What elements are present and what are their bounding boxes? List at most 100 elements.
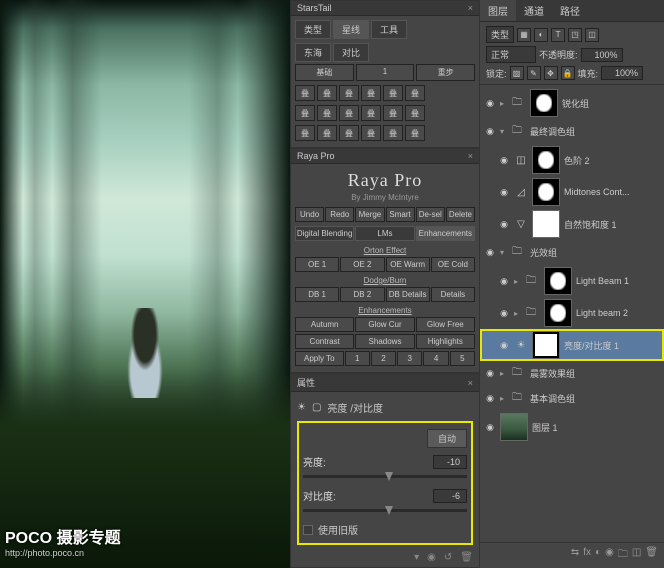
fill-input[interactable]: 100%: [601, 66, 643, 80]
tab-paths[interactable]: 路径: [552, 0, 588, 21]
st-tab-0[interactable]: 类型: [295, 20, 331, 39]
st-g2[interactable]: 叠: [339, 85, 359, 101]
st-g16[interactable]: 叠: [383, 125, 403, 141]
st-1[interactable]: 1: [356, 64, 415, 81]
filter-kind[interactable]: 类型: [486, 26, 514, 43]
collapse-icon[interactable]: ▾: [500, 127, 508, 136]
layer-new-icon[interactable]: ◫: [632, 547, 641, 564]
rp-desel[interactable]: De-sel: [416, 207, 445, 222]
eye-icon[interactable]: ◉: [498, 339, 510, 351]
st-g10[interactable]: 叠: [383, 105, 403, 121]
st-g15[interactable]: 叠: [361, 125, 381, 141]
glowfree[interactable]: Glow Free: [416, 317, 475, 332]
trash-icon[interactable]: 🗑: [460, 552, 473, 563]
st-g11[interactable]: 叠: [405, 105, 425, 121]
adj-new-icon[interactable]: ◉: [605, 547, 614, 564]
collapse-icon[interactable]: ▸: [500, 99, 508, 108]
st-step[interactable]: 重步: [416, 64, 475, 81]
lock-pixel-icon[interactable]: ✎: [527, 66, 541, 80]
eye-icon[interactable]: ◉: [498, 154, 510, 166]
a3[interactable]: 3: [397, 351, 422, 366]
layer-mask-thumb[interactable]: [532, 178, 560, 206]
fx-icon[interactable]: fx: [583, 547, 591, 564]
group-basecolor[interactable]: ◉▸🗀 基本调色组: [480, 386, 664, 411]
eye-icon[interactable]: ◉: [498, 275, 510, 287]
oecold[interactable]: OE Cold: [431, 257, 475, 272]
layer-thumb[interactable]: [500, 413, 528, 441]
st-tab2-0[interactable]: 东海: [295, 43, 331, 62]
layer-name[interactable]: 自然饱和度 1: [564, 218, 660, 231]
layer-mask-thumb[interactable]: [532, 331, 560, 359]
group-light[interactable]: ◉▾🗀 光效组: [480, 240, 664, 265]
st-g7[interactable]: 叠: [317, 105, 337, 121]
collapse-icon[interactable]: ▸: [500, 369, 508, 378]
eye-icon[interactable]: ◉: [498, 186, 510, 198]
group-new-icon[interactable]: 🗀: [618, 547, 628, 564]
eye-icon[interactable]: ◉: [484, 126, 496, 138]
contrast-value[interactable]: -6: [433, 489, 467, 503]
oe1[interactable]: OE 1: [295, 257, 339, 272]
group-name[interactable]: 最终调色组: [530, 125, 660, 138]
applyto[interactable]: Apply To: [295, 351, 344, 366]
group-name[interactable]: 光效组: [530, 246, 660, 259]
st-g8[interactable]: 叠: [339, 105, 359, 121]
rp-smart[interactable]: Smart: [386, 207, 415, 222]
eye-icon[interactable]: ◉: [484, 247, 496, 259]
highlights[interactable]: Highlights: [416, 334, 475, 349]
layer-name[interactable]: 锐化组: [562, 97, 660, 110]
st-g4[interactable]: 叠: [383, 85, 403, 101]
st-g0[interactable]: 叠: [295, 85, 315, 101]
shadows[interactable]: Shadows: [355, 334, 414, 349]
layer-mask-thumb[interactable]: [530, 89, 558, 117]
a5[interactable]: 5: [450, 351, 475, 366]
layer-levels2[interactable]: ◉◫ 色阶 2: [480, 144, 664, 176]
brightness-value[interactable]: -10: [433, 455, 467, 469]
opacity-input[interactable]: 100%: [581, 48, 623, 62]
layer-sharpen-group[interactable]: ◉▸🗀 锐化组: [480, 87, 664, 119]
a2[interactable]: 2: [371, 351, 396, 366]
auto-button[interactable]: 自动: [427, 429, 467, 448]
rp-tab-db[interactable]: Digital Blending: [295, 226, 354, 241]
collapse-icon[interactable]: ▸: [514, 277, 522, 286]
rp-tab-lm[interactable]: LMs: [355, 226, 414, 241]
st-g9[interactable]: 叠: [361, 105, 381, 121]
layer-background[interactable]: ◉ 图层 1: [480, 411, 664, 443]
layer-brightness-contrast[interactable]: ◉☀ 亮度/对比度 1: [480, 329, 664, 361]
layer-midtones[interactable]: ◉◿ Midtones Cont...: [480, 176, 664, 208]
st-g5[interactable]: 叠: [405, 85, 425, 101]
filter-text-icon[interactable]: T: [551, 28, 565, 42]
layer-mask-thumb[interactable]: [532, 146, 560, 174]
oewarm[interactable]: OE Warm: [386, 257, 430, 272]
group-fog[interactable]: ◉▸🗀 晨雾效果组: [480, 361, 664, 386]
mask-new-icon[interactable]: ◐: [595, 547, 601, 564]
link-icon[interactable]: ⇆: [571, 547, 579, 564]
group-name[interactable]: 晨雾效果组: [530, 367, 660, 380]
eye-icon[interactable]: ◉: [484, 97, 496, 109]
eye-icon[interactable]: ◉: [427, 552, 436, 563]
details[interactable]: Details: [431, 287, 475, 302]
layer-beam1-group[interactable]: ◉▸🗀 Light Beam 1: [480, 265, 664, 297]
autumn[interactable]: Autumn: [295, 317, 354, 332]
collapse-icon[interactable]: ▸: [500, 394, 508, 403]
st-base[interactable]: 基础: [295, 64, 354, 81]
rp-tab-enh[interactable]: Enhancements: [416, 226, 475, 241]
close-icon[interactable]: ×: [468, 378, 473, 388]
st-tab2-1[interactable]: 对比: [333, 43, 369, 62]
rp-delete[interactable]: Delete: [446, 207, 475, 222]
layer-name[interactable]: Midtones Cont...: [564, 187, 660, 197]
contrast[interactable]: Contrast: [295, 334, 354, 349]
layer-name[interactable]: 色阶 2: [564, 154, 660, 167]
collapse-icon[interactable]: ▾: [500, 248, 508, 257]
eye-icon[interactable]: ◉: [498, 218, 510, 230]
layer-name[interactable]: Light Beam 1: [576, 276, 660, 286]
filter-smart-icon[interactable]: ◫: [585, 28, 599, 42]
lock-pos-icon[interactable]: ✥: [544, 66, 558, 80]
eye-icon[interactable]: ◉: [498, 307, 510, 319]
layer-name[interactable]: Light beam 2: [576, 308, 660, 318]
clip-icon[interactable]: ▾: [414, 552, 419, 563]
a4[interactable]: 4: [423, 351, 448, 366]
layer-name[interactable]: 亮度/对比度 1: [564, 339, 660, 352]
close-icon[interactable]: ×: [468, 3, 473, 13]
db2[interactable]: DB 2: [340, 287, 384, 302]
trash-icon[interactable]: 🗑: [645, 547, 658, 564]
